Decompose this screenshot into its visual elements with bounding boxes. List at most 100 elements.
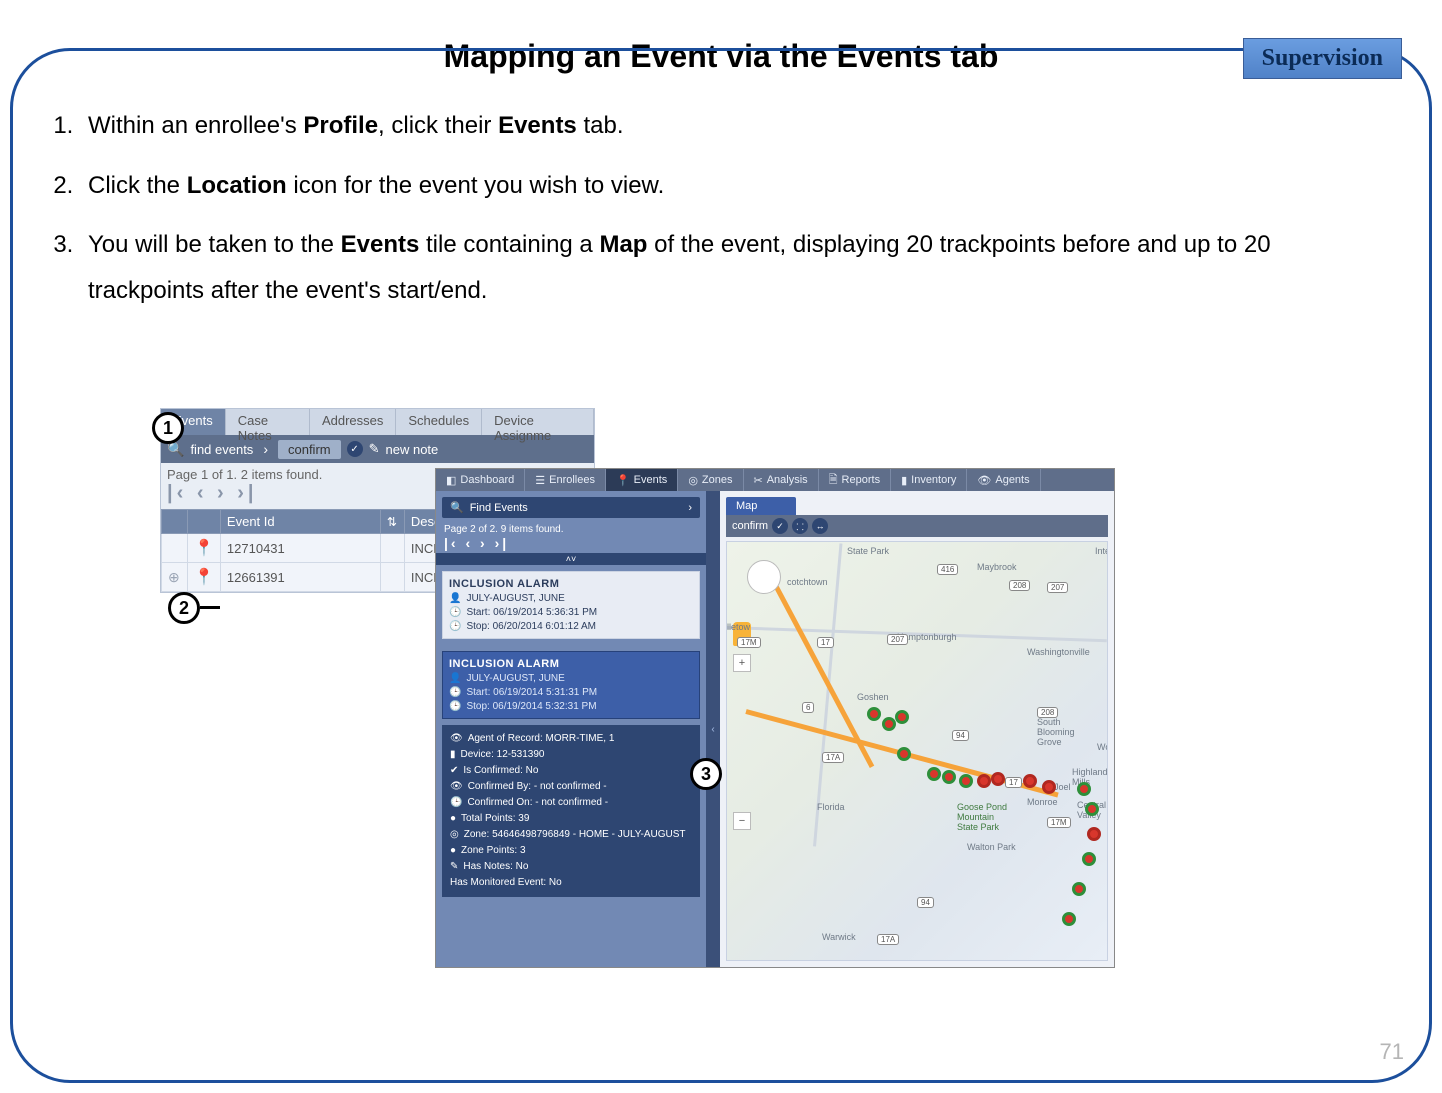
nav-inventory[interactable]: ▮Inventory [891, 469, 967, 491]
col-event-id[interactable]: Event Id [220, 510, 380, 534]
zones-icon: ◎ [688, 474, 698, 487]
check-icon: ✔ [450, 763, 458, 779]
trackpoint-icon[interactable] [897, 747, 911, 761]
trackpoint-icon[interactable] [991, 772, 1005, 786]
trackpoint-icon[interactable] [942, 770, 956, 784]
route-shield: 6 [802, 702, 814, 713]
tab-addresses[interactable]: Addresses [310, 409, 396, 435]
callout-2: 2 [168, 592, 200, 624]
nav-agents[interactable]: 👁Agents [967, 469, 1040, 491]
pan-control[interactable] [747, 560, 781, 594]
trackpoint-icon[interactable] [1062, 912, 1076, 926]
new-note-label[interactable]: new note [386, 442, 439, 457]
location-pin-icon[interactable]: 📍 [194, 569, 214, 586]
location-pin-icon[interactable]: 📍 [194, 540, 214, 557]
route-shield: 208 [1009, 580, 1030, 591]
inventory-icon: ▮ [901, 474, 907, 487]
route-shield: 416 [937, 564, 958, 575]
events-tile-screenshot: ◧Dashboard ☰Enrollees 📍Events ◎Zones ✂An… [435, 468, 1115, 968]
trackpoint-icon[interactable] [1077, 782, 1091, 796]
clock-icon: 🕒 [449, 687, 461, 698]
expand-collapse-toggle[interactable]: ˄˅ [436, 553, 706, 565]
callout-1: 1 [152, 412, 184, 444]
clock-icon: 🕒 [449, 607, 461, 618]
trackpoint-icon[interactable] [1072, 882, 1086, 896]
trackpoint-icon[interactable] [895, 710, 909, 724]
screenshot-region: 1 2 3 Events Case Notes Addresses Schedu… [160, 408, 1110, 968]
zoom-out-button[interactable]: − [733, 812, 751, 830]
map-tab[interactable]: Map [726, 497, 796, 515]
zoom-in-button[interactable]: + [733, 654, 751, 672]
trackpoint-icon[interactable] [1085, 802, 1099, 816]
analysis-icon: ✂ [754, 474, 763, 487]
map-label: Maybrook [977, 562, 1017, 572]
find-events-label[interactable]: find events [190, 442, 253, 457]
map-label: Goshen [857, 692, 889, 702]
map-label: State Park [847, 546, 889, 556]
section-badge: Supervision [1243, 38, 1402, 79]
route-shield: 17 [817, 637, 834, 648]
eye-icon: 👁 [450, 779, 463, 795]
map-panel: Map confirm ✓ ⸬ ↔ + − Stat [720, 491, 1114, 967]
nav-analysis[interactable]: ✂Analysis [744, 469, 819, 491]
fit-icon[interactable]: ↔ [812, 518, 828, 534]
dot-icon: ● [450, 843, 456, 859]
enrollees-icon: ☰ [535, 474, 545, 487]
trackpoint-icon[interactable] [882, 717, 896, 731]
map-label: cotchtown [787, 577, 828, 587]
tool-icon[interactable]: ⸬ [792, 518, 808, 534]
map-label: Washingtonville [1027, 647, 1090, 657]
tab-case-notes[interactable]: Case Notes [226, 409, 310, 435]
route-shield: 207 [1047, 582, 1068, 593]
map-label: Florida [817, 802, 845, 812]
map-label: South Blooming Grove [1037, 717, 1075, 747]
reports-icon: 🗎 [829, 471, 838, 490]
page-number: 71 [1380, 1039, 1404, 1065]
trackpoint-icon[interactable] [867, 707, 881, 721]
map-label: Goose Pond Mountain State Park [957, 802, 1007, 832]
eye-icon: 👁 [450, 731, 463, 747]
route-shield: 17 [1005, 777, 1022, 788]
confirm-label[interactable]: confirm [732, 520, 768, 532]
confirm-check-icon[interactable]: ✓ [772, 518, 788, 534]
trackpoint-icon[interactable] [1042, 780, 1056, 794]
tab-schedules[interactable]: Schedules [396, 409, 482, 435]
map-canvas[interactable]: + − State Park Maybrook Hamptonburgh Was… [726, 541, 1108, 961]
trackpoint-icon[interactable] [977, 774, 991, 788]
agents-icon: 👁 [977, 474, 991, 487]
event-card-selected[interactable]: INCLUSION ALARM 👤JULY-AUGUST, JUNE 🕒Star… [442, 651, 700, 719]
trackpoint-icon[interactable] [1087, 827, 1101, 841]
confirm-check-icon[interactable]: ✓ [347, 441, 363, 457]
chevron-right-icon[interactable]: › [263, 441, 268, 457]
tab-device-assignments[interactable]: Device Assignme [482, 409, 594, 435]
trackpoint-icon[interactable] [1023, 774, 1037, 788]
expand-icon[interactable]: ⊕ [168, 569, 180, 585]
find-events-bar[interactable]: 🔍 Find Events › [442, 497, 700, 518]
confirm-button[interactable]: confirm [278, 440, 341, 459]
nav-events[interactable]: 📍Events [606, 469, 678, 491]
nav-enrollees[interactable]: ☰Enrollees [525, 469, 606, 491]
panel-collapse-toggle[interactable]: ‹ [706, 491, 720, 967]
profile-tab-row: Events Case Notes Addresses Schedules De… [161, 409, 594, 435]
route-shield: 94 [917, 897, 934, 908]
map-label: Monroe [1027, 797, 1058, 807]
new-note-icon[interactable]: ✎ [369, 441, 380, 457]
note-icon: ✎ [450, 859, 458, 875]
trackpoint-icon[interactable] [1082, 852, 1096, 866]
pager-controls[interactable]: |‹ ‹ › ›| [436, 535, 706, 553]
sort-icon[interactable]: ⇅ [387, 515, 397, 529]
chevron-right-icon[interactable]: › [688, 502, 692, 514]
trackpoint-icon[interactable] [959, 774, 973, 788]
event-card[interactable]: INCLUSION ALARM 👤JULY-AUGUST, JUNE 🕒Star… [442, 571, 700, 639]
callout-3: 3 [690, 758, 722, 790]
nav-dashboard[interactable]: ◧Dashboard [436, 469, 525, 491]
nav-zones[interactable]: ◎Zones [678, 469, 743, 491]
app-nav-tabs: ◧Dashboard ☰Enrollees 📍Events ◎Zones ✂An… [436, 469, 1114, 491]
nav-reports[interactable]: 🗎Reports [819, 469, 891, 491]
trackpoint-icon[interactable] [927, 767, 941, 781]
zone-icon: ◎ [450, 827, 459, 843]
clock-icon: 🕒 [449, 621, 461, 632]
clock-icon: 🕒 [449, 701, 461, 712]
route-shield: 17M [1047, 817, 1071, 828]
page-status: Page 2 of 2. 9 items found. [436, 524, 706, 535]
